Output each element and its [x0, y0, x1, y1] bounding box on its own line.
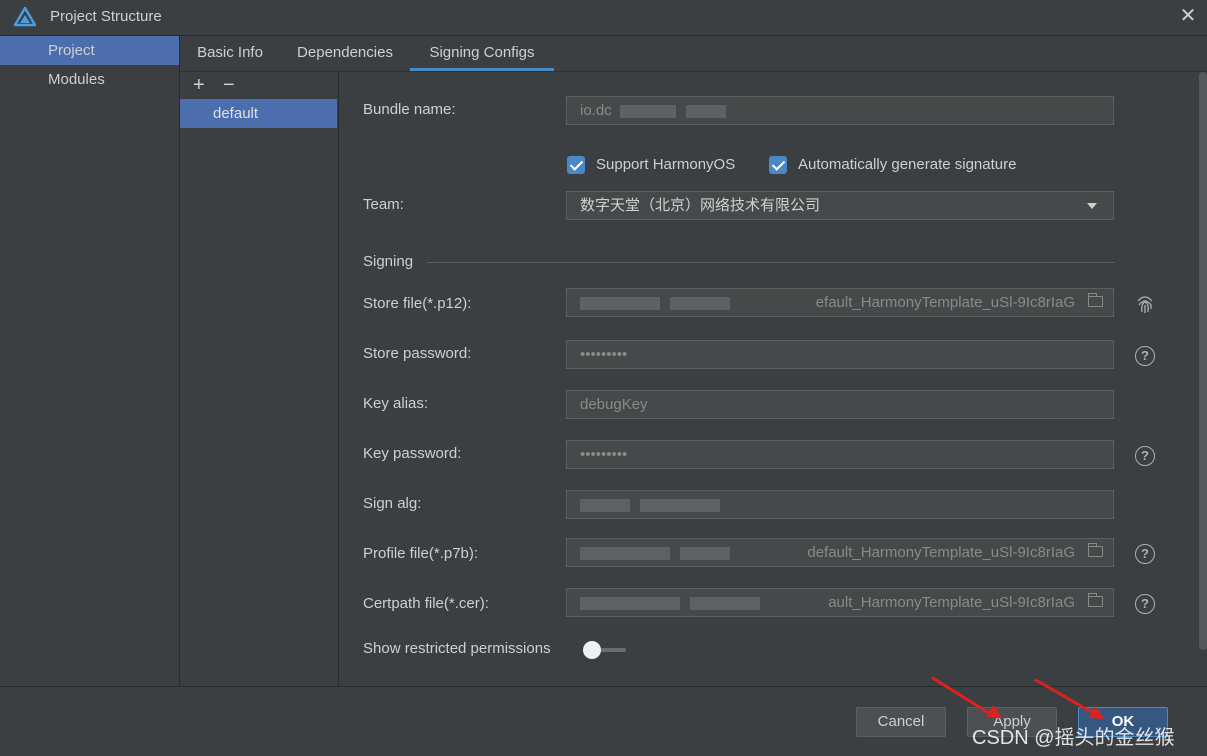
redacted-block	[580, 498, 630, 512]
redacted-block	[670, 296, 731, 310]
close-icon[interactable]: ✕	[1178, 5, 1198, 27]
profile-file-label: Profile file(*.p7b):	[363, 545, 479, 562]
title-bar: Project Structure ✕	[0, 0, 1207, 36]
store-file-label: Store file(*.p12):	[363, 295, 472, 312]
sidebar-item-project[interactable]: Project	[0, 36, 179, 65]
folder-icon[interactable]	[1087, 593, 1103, 607]
sidebar: Project Modules	[0, 36, 180, 686]
folder-icon[interactable]	[1087, 543, 1103, 557]
support-harmonyos-checkbox[interactable]	[567, 156, 585, 174]
watermark: CSDN @摇头的金丝猴	[972, 727, 1175, 749]
support-harmonyos-label: Support HarmonyOS	[596, 156, 736, 173]
key-alias-label: Key alias:	[363, 395, 429, 412]
app-logo-icon	[14, 7, 36, 27]
redacted-block	[690, 596, 761, 610]
cancel-button[interactable]: Cancel	[856, 707, 946, 737]
bundle-name-value: io.dc	[580, 102, 612, 119]
tab-bar: Basic Info Dependencies Signing Configs	[180, 36, 1207, 72]
redacted-block	[686, 104, 727, 118]
team-label: Team:	[363, 196, 404, 213]
auto-generate-signature-checkbox[interactable]	[769, 156, 787, 174]
remove-icon[interactable]: −	[223, 74, 235, 97]
window-title: Project Structure	[50, 8, 162, 25]
store-password-field[interactable]: •••••••••	[566, 340, 1114, 369]
store-password-label: Store password:	[363, 345, 472, 362]
auto-generate-signature-label: Automatically generate signature	[798, 156, 1017, 173]
toggle-knob[interactable]	[583, 641, 601, 659]
store-file-value: efault_HarmonyTemplate_uSl-9Ic8rIaG	[815, 294, 1075, 311]
signing-config-list: + − default	[180, 72, 339, 686]
profile-file-field[interactable]: default_HarmonyTemplate_uSl-9Ic8rIaG	[566, 538, 1114, 567]
tab-basic-info[interactable]: Basic Info	[180, 36, 280, 70]
redacted-block	[580, 596, 680, 610]
certpath-file-label: Certpath file(*.cer):	[363, 595, 489, 612]
sign-alg-label: Sign alg:	[363, 495, 422, 512]
store-file-field[interactable]: efault_HarmonyTemplate_uSl-9Ic8rIaG	[566, 288, 1114, 317]
key-password-value: •••••••••	[580, 446, 628, 463]
bundle-name-field[interactable]: io.dc	[566, 96, 1114, 125]
key-password-field[interactable]: •••••••••	[566, 440, 1114, 469]
redacted-block	[580, 546, 670, 560]
store-password-value: •••••••••	[580, 346, 628, 363]
signing-form: Bundle name: io.dc Support HarmonyOS Aut…	[339, 72, 1197, 686]
certpath-file-value: ault_HarmonyTemplate_uSl-9Ic8rIaG	[828, 594, 1075, 611]
tab-dependencies[interactable]: Dependencies	[282, 36, 408, 70]
help-icon[interactable]: ?	[1135, 346, 1155, 366]
bundle-name-label: Bundle name:	[363, 101, 456, 118]
redacted-block	[580, 296, 660, 310]
help-icon[interactable]: ?	[1135, 594, 1155, 614]
help-icon[interactable]: ?	[1135, 544, 1155, 564]
team-value: 数字天堂（北京）网络技术有限公司	[580, 197, 821, 214]
scrollbar[interactable]	[1199, 72, 1207, 650]
sign-alg-field[interactable]	[566, 490, 1114, 519]
redacted-block	[680, 546, 731, 560]
restricted-permissions-label: Show restricted permissions	[363, 640, 551, 657]
add-icon[interactable]: +	[193, 74, 205, 97]
chevron-down-icon	[1087, 203, 1097, 209]
key-alias-value: debugKey	[580, 396, 648, 413]
redacted-block	[619, 104, 676, 118]
fingerprint-icon[interactable]	[1134, 293, 1156, 315]
section-divider	[427, 262, 1115, 263]
team-select[interactable]: 数字天堂（北京）网络技术有限公司	[566, 191, 1114, 220]
redacted-block	[640, 498, 721, 512]
folder-icon[interactable]	[1087, 293, 1103, 307]
key-alias-field[interactable]: debugKey	[566, 390, 1114, 419]
tab-signing-configs[interactable]: Signing Configs	[410, 36, 554, 71]
certpath-file-field[interactable]: ault_HarmonyTemplate_uSl-9Ic8rIaG	[566, 588, 1114, 617]
sidebar-item-modules[interactable]: Modules	[0, 65, 179, 94]
help-icon[interactable]: ?	[1135, 446, 1155, 466]
signing-section-title: Signing	[363, 253, 414, 270]
list-item-default[interactable]: default	[180, 99, 337, 128]
profile-file-value: default_HarmonyTemplate_uSl-9Ic8rIaG	[807, 544, 1075, 561]
key-password-label: Key password:	[363, 445, 462, 462]
